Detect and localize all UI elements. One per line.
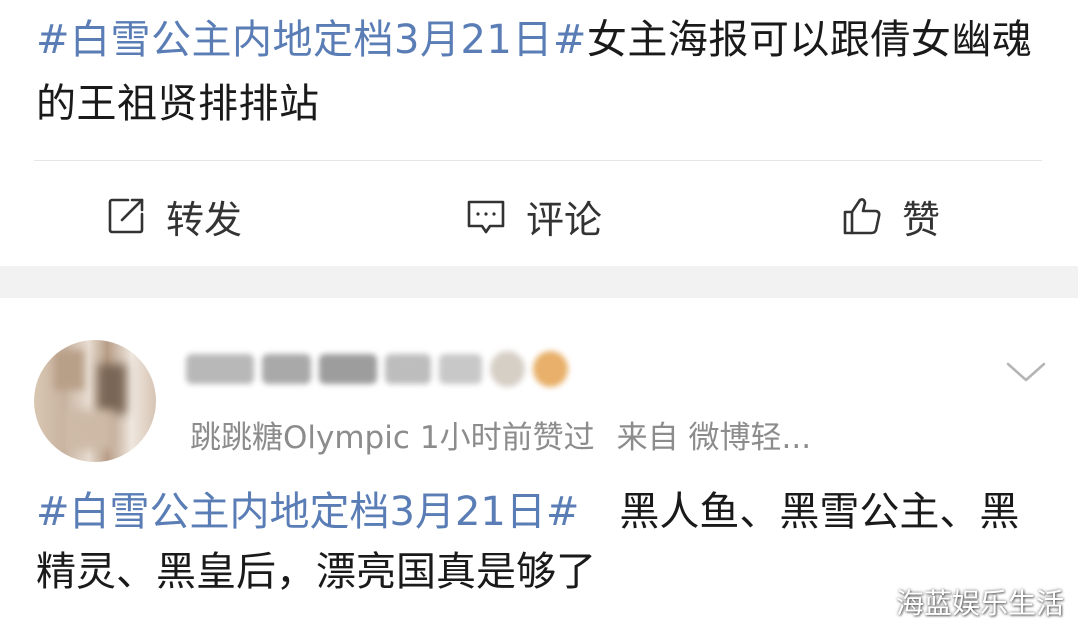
thumbs-up-icon: [843, 198, 881, 235]
like-button[interactable]: 赞: [840, 178, 940, 254]
post-text: #白雪公主内地定档3月21日#女主海报可以跟倩女幽魂的王祖贤排排站: [36, 8, 1036, 136]
divider: [34, 160, 1042, 161]
liked-by-name[interactable]: 跳跳糖Olympic: [190, 420, 410, 456]
username-blurred[interactable]: [186, 344, 576, 394]
action-bar: 转发 评论 赞: [0, 178, 1078, 254]
comment-icon: [467, 200, 505, 234]
comment-button[interactable]: 评论: [464, 178, 602, 254]
liked-time: 1小时前赞过: [419, 420, 595, 456]
avatar[interactable]: [34, 340, 156, 462]
watermark: 海蓝娱乐生活: [895, 587, 1064, 620]
repost-button[interactable]: 转发: [104, 178, 242, 254]
section-separator: [0, 266, 1078, 298]
comment-meta: 跳跳糖Olympic 1小时前赞过 来自 微博轻...: [190, 412, 811, 457]
chevron-down-icon[interactable]: [1004, 356, 1048, 386]
comment-text: #白雪公主内地定档3月21日# 黑人鱼、黑雪公主、黑精灵、黑皇后，漂亮国真是够了: [36, 482, 1046, 602]
like-label: 赞: [902, 197, 941, 242]
comment-label: 评论: [526, 197, 603, 242]
post-topic-link[interactable]: #白雪公主内地定档3月21日#: [36, 17, 587, 63]
repost-label: 转发: [166, 197, 243, 242]
comment-source: 来自 微博轻...: [616, 420, 812, 456]
repost-icon: [108, 198, 144, 234]
comment-topic-link[interactable]: #白雪公主内地定档3月21日#: [36, 489, 579, 535]
